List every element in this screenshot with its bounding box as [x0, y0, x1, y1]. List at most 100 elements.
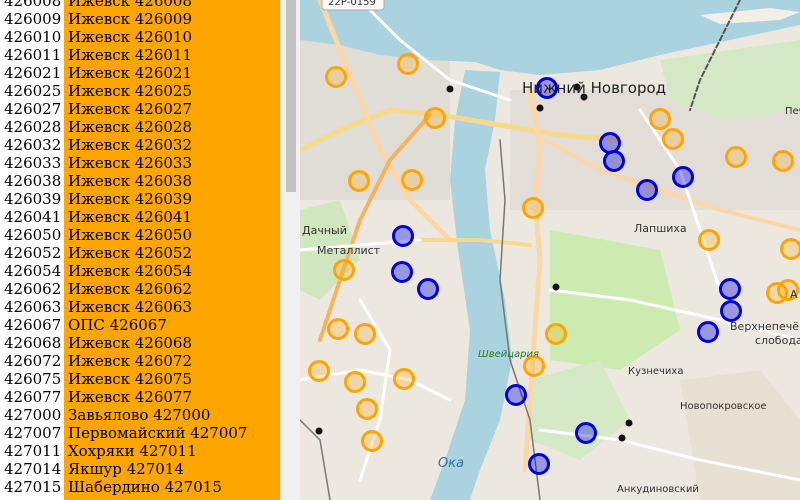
postal-code: 427015	[4, 478, 62, 496]
orange-marker[interactable]	[649, 108, 671, 130]
blue-marker[interactable]	[505, 384, 527, 406]
city-label: Нижний Новгород	[522, 79, 667, 97]
list-item[interactable]: 426021 Ижевск 426021	[0, 64, 280, 82]
office-name: Ижевск 426052	[68, 244, 193, 262]
postal-code: 427007	[4, 424, 62, 442]
blue-marker[interactable]	[575, 422, 597, 444]
orange-marker[interactable]	[522, 197, 544, 219]
orange-marker[interactable]	[725, 146, 747, 168]
list-item[interactable]: 426032 Ижевск 426032	[0, 136, 280, 154]
list-item[interactable]: 426008 Ижевск 426008	[0, 0, 280, 10]
office-name: Ижевск 426050	[68, 226, 193, 244]
list-item[interactable]: 426072 Ижевск 426072	[0, 352, 280, 370]
orange-marker[interactable]	[361, 430, 383, 452]
postal-code: 426010	[4, 28, 62, 46]
orange-marker[interactable]	[662, 128, 684, 150]
postal-code: 426033	[4, 154, 62, 172]
postal-code: 426067	[4, 316, 62, 334]
blue-marker[interactable]	[417, 278, 439, 300]
office-name: Ижевск 426075	[68, 370, 193, 388]
office-name: Ижевск 426041	[68, 208, 193, 226]
orange-marker[interactable]	[344, 371, 366, 393]
blue-marker[interactable]	[636, 179, 658, 201]
orange-marker[interactable]	[325, 66, 347, 88]
orange-marker[interactable]	[397, 53, 419, 75]
postal-code: 426027	[4, 100, 62, 118]
orange-marker[interactable]	[308, 360, 330, 382]
list-item[interactable]: 426075 Ижевск 426075	[0, 370, 280, 388]
orange-marker[interactable]	[772, 150, 794, 172]
place-label-lapshikha: Лапшиха	[634, 222, 687, 235]
blue-marker[interactable]	[719, 278, 741, 300]
road-shield-label: 22Р-0159	[328, 0, 376, 8]
blue-marker[interactable]	[603, 150, 625, 172]
scrollbar-thumb[interactable]	[286, 0, 296, 192]
list-item[interactable]: 426033 Ижевск 426033	[0, 154, 280, 172]
postal-code: 426028	[4, 118, 62, 136]
office-name: ОПС 426067	[68, 316, 167, 334]
list-item[interactable]: 426052 Ижевск 426052	[0, 244, 280, 262]
list-item[interactable]: 427015 Шабердино 427015	[0, 478, 280, 496]
orange-marker[interactable]	[348, 170, 370, 192]
list-item[interactable]: 426011 Ижевск 426011	[0, 46, 280, 64]
list-scrollbar[interactable]	[280, 0, 301, 500]
list-item[interactable]: 426050 Ижевск 426050	[0, 226, 280, 244]
list-item[interactable]: 427014 Якшур 427014	[0, 460, 280, 478]
list-item[interactable]: 426027 Ижевск 426027	[0, 100, 280, 118]
orange-marker[interactable]	[354, 323, 376, 345]
list-item[interactable]: 426077 Ижевск 426077	[0, 388, 280, 406]
orange-marker[interactable]	[333, 259, 355, 281]
postal-list-panel: 426008 Ижевск 426008 426009 Ижевск 426009 42…	[0, 0, 280, 500]
orange-marker[interactable]	[401, 169, 423, 191]
list-item[interactable]: 426009 Ижевск 426009	[0, 10, 280, 28]
list-item[interactable]: 426067 ОПС 426067	[0, 316, 280, 334]
office-name: Ижевск 426011	[68, 46, 193, 64]
list-item[interactable]: 426054 Ижевск 426054	[0, 262, 280, 280]
postal-code: 426075	[4, 370, 62, 388]
office-name: Ижевск 426072	[68, 352, 193, 370]
list-item[interactable]: 426025 Ижевск 426025	[0, 82, 280, 100]
office-name: Ижевск 426062	[68, 280, 193, 298]
office-name: Ижевск 426010	[68, 28, 193, 46]
blue-marker[interactable]	[720, 300, 742, 322]
orange-marker[interactable]	[545, 323, 567, 345]
orange-marker[interactable]	[698, 229, 720, 251]
blue-marker[interactable]	[528, 453, 550, 475]
orange-marker[interactable]	[327, 318, 349, 340]
postal-code: 426041	[4, 208, 62, 226]
office-name: Первомайский 427007	[68, 424, 248, 442]
list-item[interactable]: 427000 Завьялово 427000	[0, 406, 280, 424]
list-item[interactable]: 426039 Ижевск 426039	[0, 190, 280, 208]
orange-marker[interactable]	[424, 107, 446, 129]
office-name: Ижевск 426032	[68, 136, 193, 154]
list-item[interactable]: 426038 Ижевск 426038	[0, 172, 280, 190]
office-name: Ижевск 426027	[68, 100, 193, 118]
postal-code: 426039	[4, 190, 62, 208]
list-item[interactable]: 426010 Ижевск 426010	[0, 28, 280, 46]
office-name: Якшур 427014	[68, 460, 184, 478]
map-view[interactable]: 22Р-0159 Нижний Новгород Печ Дачный Мета…	[300, 0, 800, 500]
list-item[interactable]: 426063 Ижевск 426063	[0, 298, 280, 316]
postal-code: 426008	[4, 0, 62, 10]
office-name: Ижевск 426009	[68, 10, 193, 28]
list-item[interactable]: 426028 Ижевск 426028	[0, 118, 280, 136]
blue-marker[interactable]	[697, 321, 719, 343]
park-label-shveitsariya: Швейцария	[478, 349, 540, 360]
office-name: Ижевск 426025	[68, 82, 193, 100]
office-name: Завьялово 427000	[68, 406, 211, 424]
orange-marker[interactable]	[780, 238, 800, 260]
list-item[interactable]: 427011 Хохряки 427011	[0, 442, 280, 460]
list-item[interactable]: 426062 Ижевск 426062	[0, 280, 280, 298]
postal-list: 426008 Ижевск 426008 426009 Ижевск 426009 42…	[0, 0, 280, 496]
blue-marker[interactable]	[392, 225, 414, 247]
list-item[interactable]: 427007 Первомайский 427007	[0, 424, 280, 442]
blue-marker[interactable]	[672, 166, 694, 188]
orange-marker[interactable]	[393, 368, 415, 390]
orange-marker[interactable]	[356, 398, 378, 420]
street-label-ankudinovsky: Анкудиновский	[617, 484, 699, 495]
blue-marker[interactable]	[599, 132, 621, 154]
list-item[interactable]: 426068 Ижевск 426068	[0, 334, 280, 352]
list-item[interactable]: 426041 Ижевск 426041	[0, 208, 280, 226]
blue-marker[interactable]	[391, 261, 413, 283]
office-name: Ижевск 426033	[68, 154, 193, 172]
